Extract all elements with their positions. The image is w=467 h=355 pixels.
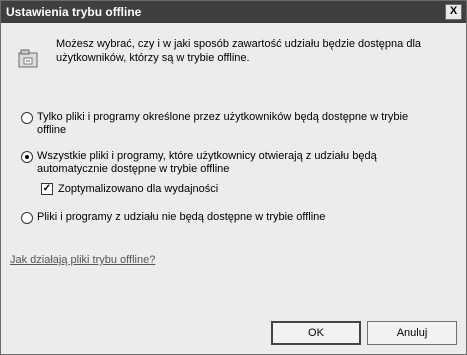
optimize-label: Zoptymalizowano dla wydajności <box>58 183 219 195</box>
radio-automatic[interactable] <box>21 151 33 163</box>
window-title: Ustawienia trybu offline <box>6 5 142 19</box>
offline-help-link[interactable]: Jak działają pliki trybu offline? <box>10 254 155 266</box>
title-bar: Ustawienia trybu offline X <box>1 1 466 23</box>
option-automatic-label: Wszystkie pliki i programy, które użytko… <box>37 150 377 175</box>
option-none-label: Pliki i programy z udziału nie będą dost… <box>37 211 326 223</box>
close-button[interactable]: X <box>445 4 462 20</box>
radio-none[interactable] <box>21 212 33 224</box>
ok-button[interactable]: OK <box>271 321 361 345</box>
cancel-button[interactable]: Anuluj <box>367 321 457 345</box>
optimize-checkbox[interactable]: ✓ <box>41 183 53 195</box>
dialog-description: Możesz wybrać, czy i w jaki sposób zawar… <box>56 38 422 64</box>
dialog-body: Możesz wybrać, czy i w jaki sposób zawar… <box>1 23 466 354</box>
dialog-window: Ustawienia trybu offline X Możesz wybrać… <box>0 0 467 355</box>
offline-folder-icon <box>18 49 38 68</box>
option-manual-label: Tylko pliki i programy określone przez u… <box>37 111 409 136</box>
radio-manual[interactable] <box>21 112 33 124</box>
